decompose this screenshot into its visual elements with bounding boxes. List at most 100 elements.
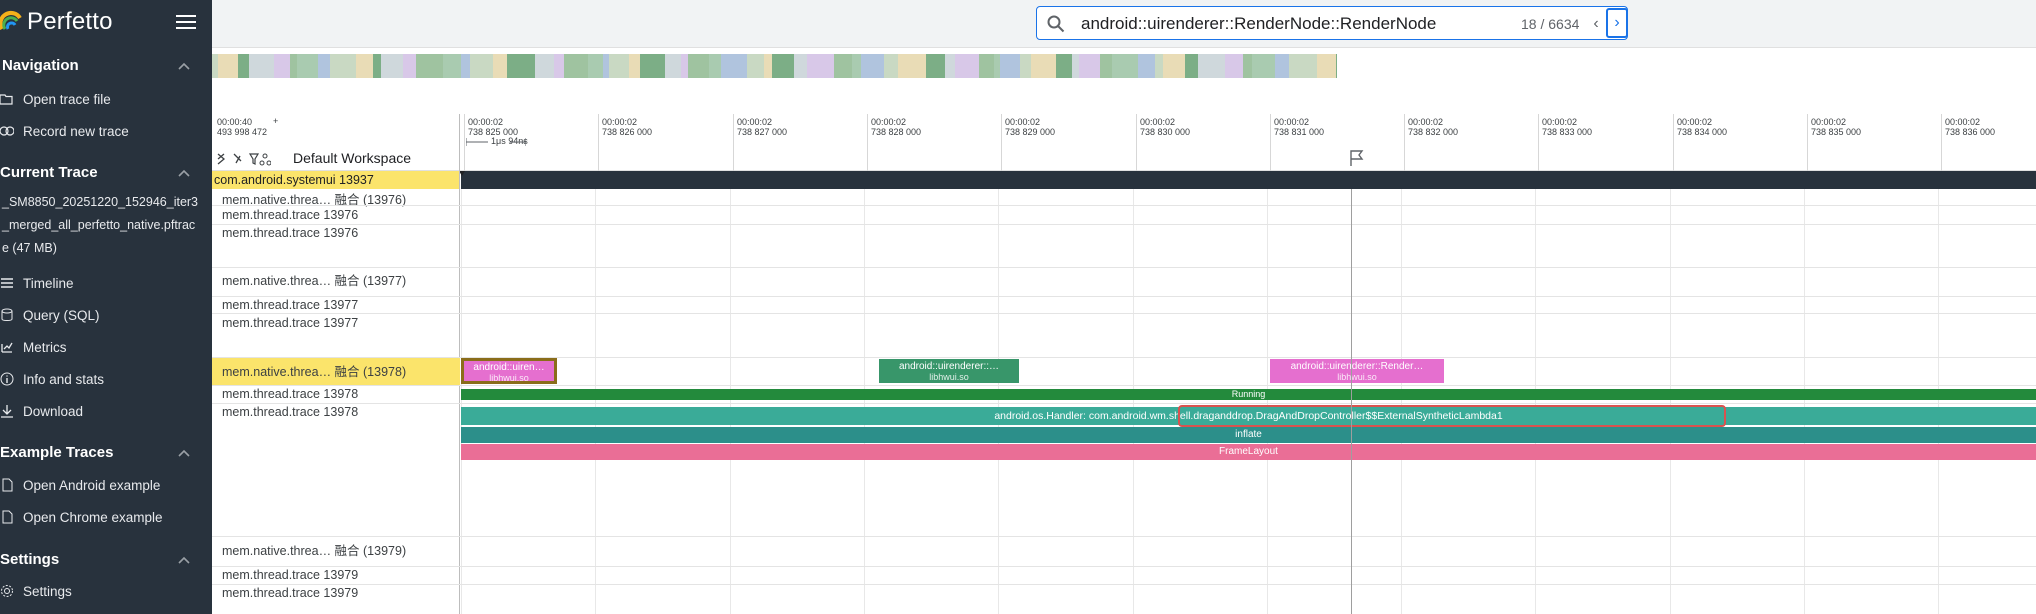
sidebar: Perfetto Navigation Open trace file Reco… (0, 0, 212, 614)
time-tick-label: 00:00:02 738 825 000 (468, 117, 519, 137)
slice-render-node[interactable]: android::uirenderer::Render… libhwui.so (1270, 359, 1444, 383)
time-tick-line (867, 114, 868, 171)
chevron-up-icon[interactable] (178, 169, 190, 177)
time-tick-line (1001, 114, 1002, 171)
process-summary-bar[interactable] (461, 171, 2036, 189)
search-result-count: 18 / 6634 (1521, 16, 1580, 32)
overview-band (945, 54, 955, 78)
overview-band (356, 54, 373, 78)
overview-band (373, 54, 381, 78)
workspace-label[interactable]: Default Workspace (293, 150, 411, 166)
overview-band (1100, 54, 1112, 78)
sidebar-item-metrics[interactable]: Metrics (0, 336, 212, 360)
overview-band (1225, 54, 1243, 78)
search-input[interactable]: android::uirenderer::RenderNode::RenderN… (1081, 14, 1436, 34)
overview-band (834, 54, 852, 78)
cursor-line (1351, 189, 1352, 614)
track-name[interactable]: mem.thread.trace 13977 (222, 298, 358, 312)
metrics-icon (1, 342, 13, 353)
overview-band (772, 54, 794, 78)
track-name[interactable]: mem.thread.trace 13979 (222, 568, 358, 582)
thread-state-running[interactable]: Running (461, 389, 2036, 400)
time-tick-line (1538, 114, 1539, 171)
overview-band (274, 54, 290, 78)
flag-icon[interactable] (1348, 149, 1366, 167)
overview-band (665, 54, 681, 78)
overview-timeline[interactable] (212, 48, 2036, 114)
brand: Perfetto (0, 0, 212, 44)
track-name[interactable]: mem.thread.trace 13976 (222, 208, 358, 222)
sidebar-item-open-trace-file[interactable]: Open trace file (0, 88, 212, 112)
slice-lib: libhwui.so (1337, 372, 1377, 382)
track-name[interactable]: mem.native.threa… 融合 (13978) (222, 361, 406, 380)
sidebar-item-settings[interactable]: Settings (0, 580, 212, 604)
slice-render-node[interactable]: android::uirenderer::… libhwui.so (879, 359, 1019, 383)
hamburger-menu-icon[interactable] (176, 15, 196, 31)
overview-heatmap[interactable] (212, 54, 1337, 78)
overview-band (249, 54, 274, 78)
overview-band (955, 54, 979, 78)
info-icon (0, 372, 14, 386)
time-tick-line (464, 114, 465, 171)
chevron-up-icon[interactable] (178, 449, 190, 457)
chevron-up-icon[interactable] (178, 62, 190, 70)
overview-band (554, 54, 564, 78)
track-name[interactable]: mem.thread.trace 13976 (222, 226, 358, 240)
track-name[interactable]: mem.thread.trace 13977 (222, 316, 358, 330)
sidebar-item-label: Open trace file (23, 92, 111, 107)
section-navigation[interactable]: Navigation (0, 54, 212, 78)
overview-band (1072, 54, 1079, 78)
topbar: android::uirenderer::RenderNode::RenderN… (212, 0, 2036, 48)
sidebar-item-info-and-stats[interactable]: Info and stats (0, 368, 212, 392)
track-name[interactable]: mem.thread.trace 13978 (222, 387, 358, 401)
sidebar-item-download[interactable]: Download (0, 400, 212, 424)
sidebar-item-label: Open Android example (23, 478, 161, 493)
track-separator (212, 584, 2036, 585)
track-name[interactable]: mem.native.threa… 融合 (13979) (222, 540, 406, 559)
app-title: Perfetto (27, 8, 113, 35)
slice-inflate[interactable]: inflate (461, 427, 2036, 443)
previous-result-button[interactable]: ‹ (1589, 15, 1603, 33)
section-example-traces[interactable]: Example Traces (0, 441, 212, 465)
sidebar-item-label: Query (SQL) (23, 308, 100, 323)
overview-band (493, 54, 507, 78)
time-tick-label: 00:00:02 738 830 000 (1140, 117, 1191, 137)
overview-band (1163, 54, 1185, 78)
database-icon (1, 308, 13, 321)
overview-band (588, 54, 603, 78)
track-name[interactable]: mem.native.threa… 融合 (13977) (222, 270, 406, 289)
overview-band (507, 54, 535, 78)
sidebar-item-record-new-trace[interactable]: Record new trace (0, 120, 212, 144)
track-tools-icons[interactable] (217, 152, 271, 166)
track-name[interactable]: mem.thread.trace 13979 (222, 586, 358, 600)
overview-band (1079, 54, 1100, 78)
next-result-button[interactable]: › (1606, 8, 1628, 38)
overview-band (1336, 54, 1337, 78)
gear-icon (1, 585, 13, 597)
sidebar-item-timeline[interactable]: Timeline (0, 272, 212, 296)
overview-band (1031, 54, 1056, 78)
overview-band (470, 54, 493, 78)
track-area[interactable]: com.android.systemui 13937 mem.native.th… (212, 171, 2036, 614)
section-settings[interactable]: Settings (0, 548, 212, 572)
slice-name: android::uirenderer::… (898, 361, 1000, 372)
sidebar-item-query[interactable]: Query (SQL) (0, 304, 212, 328)
overview-band (218, 54, 238, 78)
sidebar-item-open-android-example[interactable]: Open Android example (0, 474, 212, 498)
search-box[interactable]: android::uirenderer::RenderNode::RenderN… (1036, 6, 1628, 40)
overview-band (629, 54, 640, 78)
section-current-trace[interactable]: Current Trace (0, 161, 212, 185)
section-title: Settings (0, 551, 60, 568)
chevron-up-icon[interactable] (178, 556, 190, 564)
overview-band (1020, 54, 1031, 78)
sidebar-item-label: Download (23, 404, 84, 419)
slice-framelayout[interactable]: FrameLayout (461, 444, 2036, 460)
slice-render-node-selected[interactable]: android::uiren… libhwui.so (461, 358, 557, 384)
overview-band (416, 54, 443, 78)
track-name[interactable]: mem.thread.trace 13978 (222, 405, 358, 419)
overview-band (403, 54, 416, 78)
time-offset-plus: + (273, 116, 279, 126)
sidebar-item-open-chrome-example[interactable]: Open Chrome example (0, 506, 212, 530)
sidebar-item-label: Open Chrome example (23, 510, 163, 525)
time-tick-line (1673, 114, 1674, 171)
